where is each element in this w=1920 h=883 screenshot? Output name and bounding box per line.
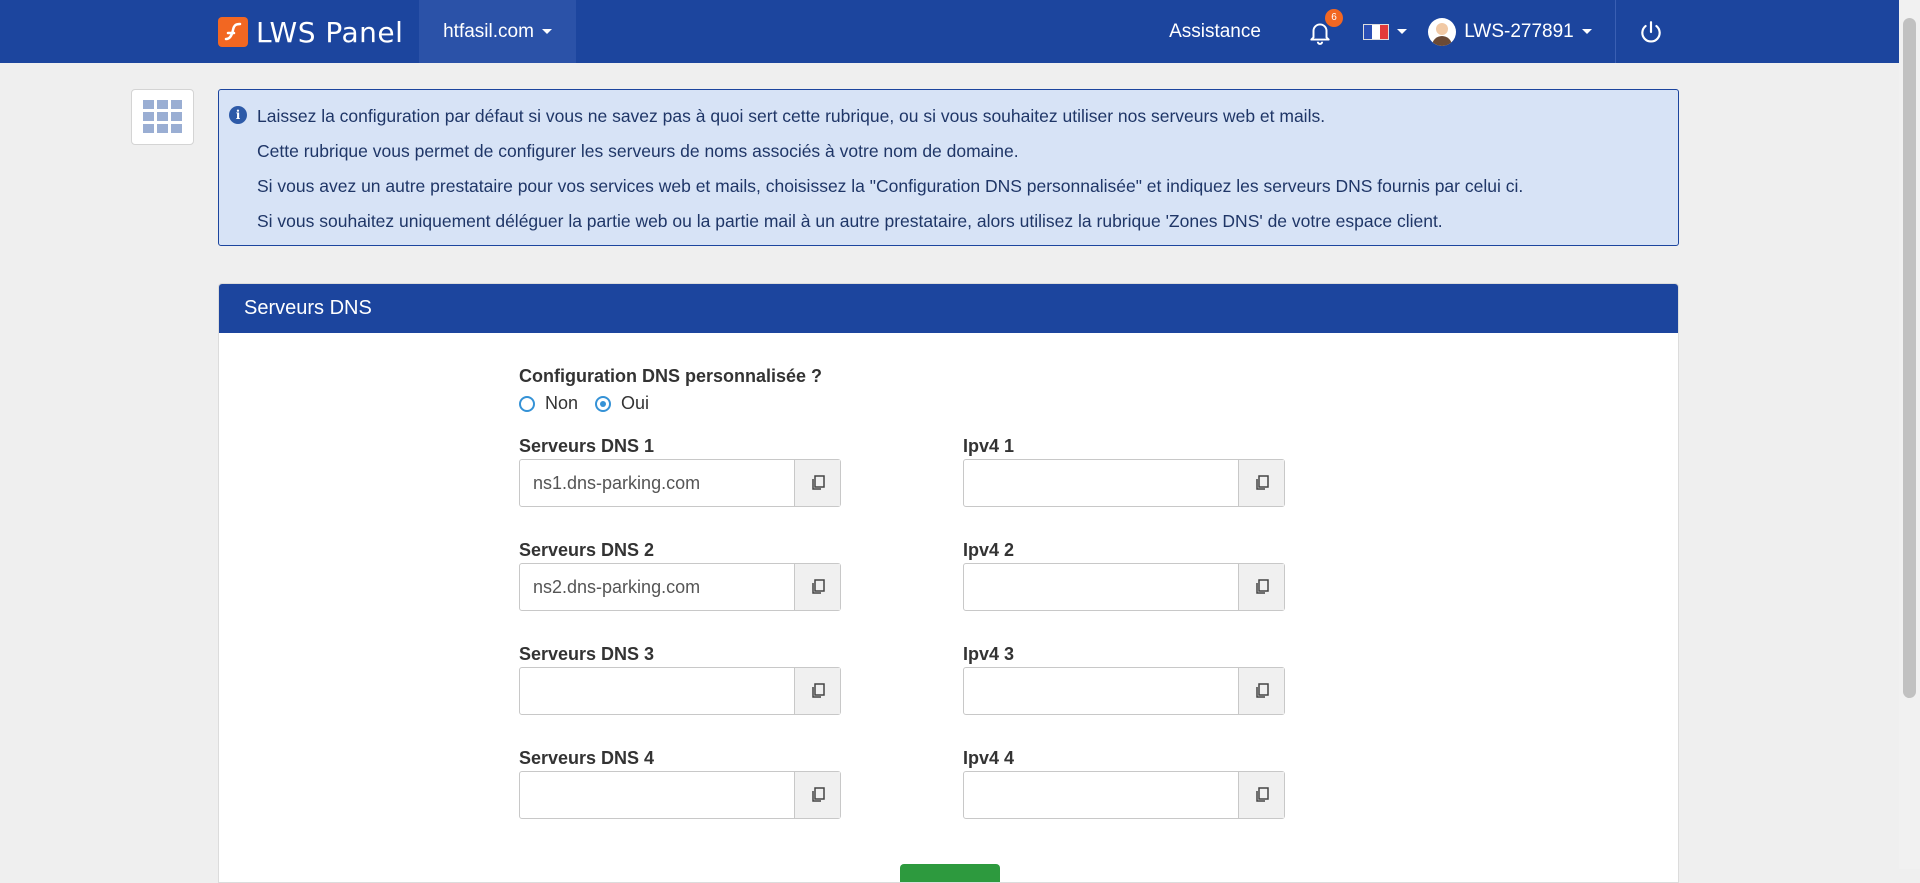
logout-button[interactable]: [1616, 0, 1686, 63]
logo-text: LWS Panel: [256, 15, 404, 49]
apps-grid-button[interactable]: [131, 89, 194, 145]
ipv4-1-label: Ipv4 1: [963, 436, 1015, 456]
copy-icon: [811, 683, 825, 698]
ipv4-3-label: Ipv4 3: [963, 644, 1015, 664]
dns-servers-panel: Serveurs DNS Configuration DNS personnal…: [218, 283, 1679, 883]
chevron-down-icon: [541, 29, 552, 34]
dns-3-input[interactable]: [520, 668, 794, 714]
radio-label-non[interactable]: Non: [545, 393, 578, 414]
copy-button[interactable]: [1238, 668, 1284, 714]
language-selector[interactable]: [1355, 0, 1415, 63]
ipv4-2-label: Ipv4 2: [963, 540, 1015, 560]
info-line: Cette rubrique vous permet de configurer…: [257, 141, 1019, 161]
lws-logo[interactable]: LWS Panel: [218, 14, 403, 50]
copy-button[interactable]: [794, 772, 840, 818]
info-line: Laissez la configuration par défaut si v…: [257, 106, 1326, 126]
copy-icon: [1255, 579, 1269, 594]
chevron-down-icon: [1397, 29, 1407, 34]
info-line: Si vous souhaitez uniquement déléguer la…: [257, 211, 1443, 231]
copy-button[interactable]: [794, 460, 840, 506]
dns-1-input[interactable]: [520, 460, 794, 506]
dns-2-input[interactable]: [520, 564, 794, 610]
ipv4-3-input-group: [963, 667, 1285, 715]
ipv4-2-input[interactable]: [964, 564, 1238, 610]
custom-dns-radio-group: Non Oui: [519, 393, 666, 414]
user-label: LWS-277891: [1464, 20, 1574, 42]
dns-4-input-group: [519, 771, 841, 819]
copy-icon: [811, 475, 825, 490]
notifications-button[interactable]: 6: [1285, 0, 1355, 63]
ipv4-1-input-group: [963, 459, 1285, 507]
dns-4-input[interactable]: [520, 772, 794, 818]
custom-dns-question: Configuration DNS personnalisée ?: [519, 366, 823, 386]
ipv4-3-input[interactable]: [964, 668, 1238, 714]
domain-selector[interactable]: htfasil.com: [419, 0, 576, 63]
ipv4-2-input-group: [963, 563, 1285, 611]
radio-label-oui[interactable]: Oui: [621, 393, 649, 414]
copy-button[interactable]: [1238, 772, 1284, 818]
copy-icon: [1255, 683, 1269, 698]
notification-badge: 6: [1325, 8, 1343, 27]
info-icon: i: [229, 106, 247, 124]
scrollbar-thumb[interactable]: [1903, 18, 1916, 698]
chevron-down-icon: [1581, 29, 1592, 34]
copy-button[interactable]: [794, 564, 840, 610]
lws-logo-icon: [218, 17, 248, 47]
vertical-scrollbar[interactable]: [1899, 0, 1920, 869]
assistance-label: Assistance: [1169, 20, 1261, 42]
info-alert: i Laissez la configuration par défaut si…: [218, 89, 1679, 246]
copy-button[interactable]: [794, 668, 840, 714]
top-navbar: LWS Panel htfasil.com Assistance 6 LWS-2…: [0, 0, 1899, 63]
dns-1-label: Serveurs DNS 1: [519, 436, 655, 456]
panel-title: Serveurs DNS: [219, 284, 1678, 333]
power-icon: [1641, 20, 1661, 43]
ipv4-1-input[interactable]: [964, 460, 1238, 506]
ipv4-4-input-group: [963, 771, 1285, 819]
dns-3-label: Serveurs DNS 3: [519, 644, 655, 664]
radio-oui[interactable]: [595, 395, 612, 412]
assistance-link[interactable]: Assistance: [1145, 0, 1285, 63]
copy-icon: [1255, 787, 1269, 802]
dns-3-input-group: [519, 667, 841, 715]
grid-icon: [142, 100, 182, 133]
copy-button[interactable]: [1238, 564, 1284, 610]
copy-button[interactable]: [1238, 460, 1284, 506]
dns-2-input-group: [519, 563, 841, 611]
copy-icon: [1255, 475, 1269, 490]
copy-icon: [811, 787, 825, 802]
ipv4-4-input[interactable]: [964, 772, 1238, 818]
domain-label: htfasil.com: [443, 20, 534, 42]
dns-2-label: Serveurs DNS 2: [519, 540, 655, 560]
save-button[interactable]: [900, 864, 1000, 882]
dns-1-input-group: [519, 459, 841, 507]
info-line: Si vous avez un autre prestataire pour v…: [257, 176, 1524, 196]
user-menu[interactable]: LWS-277891: [1415, 0, 1605, 63]
ipv4-4-label: Ipv4 4: [963, 748, 1015, 768]
fr-flag-icon: [1363, 23, 1389, 40]
radio-non[interactable]: [519, 395, 535, 412]
dns-4-label: Serveurs DNS 4: [519, 748, 655, 768]
copy-icon: [811, 579, 825, 594]
avatar: [1428, 17, 1457, 46]
